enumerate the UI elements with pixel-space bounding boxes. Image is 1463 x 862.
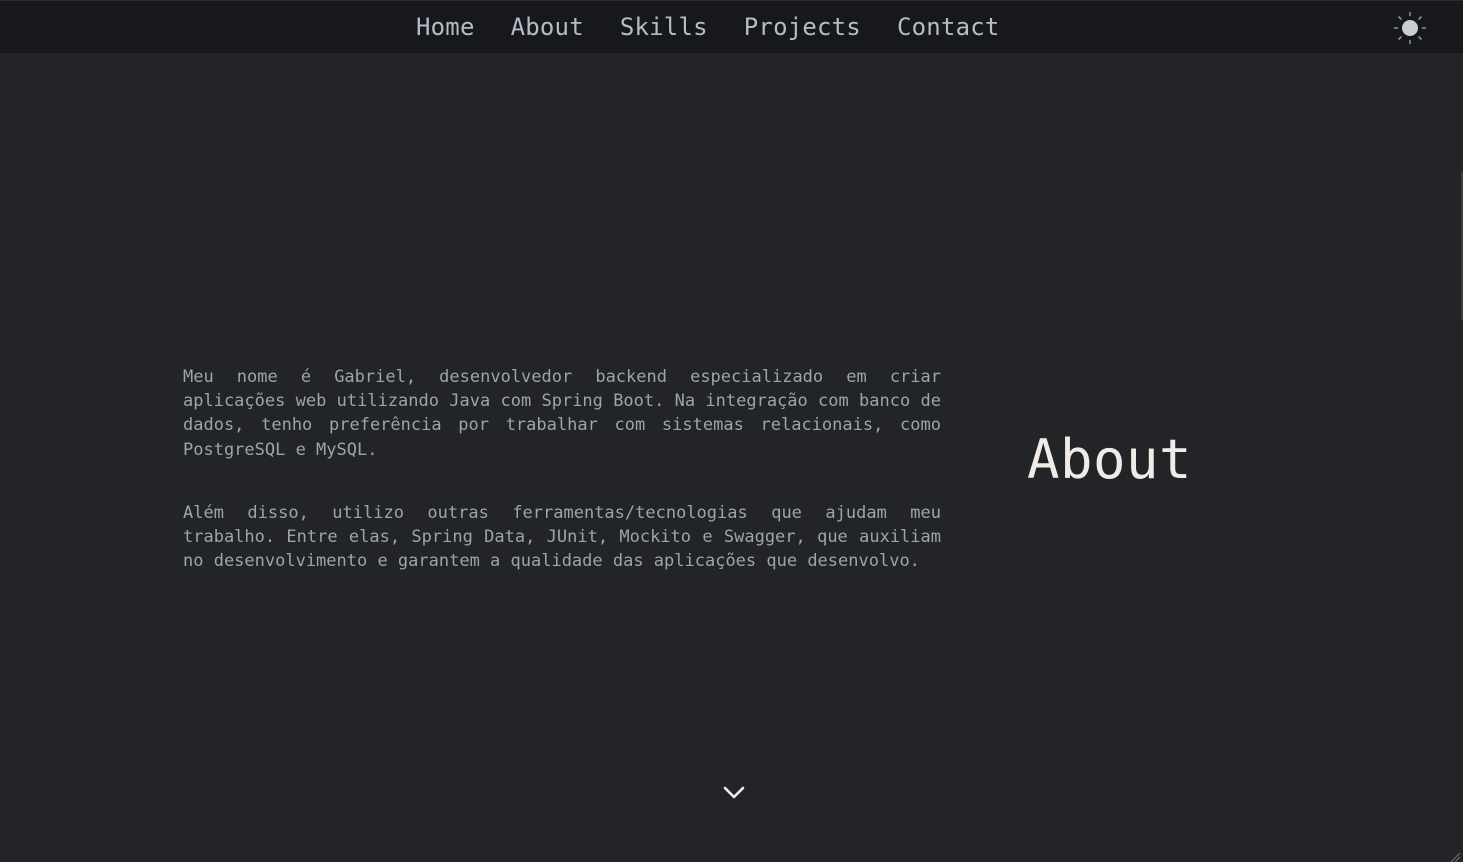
about-title: About — [1027, 428, 1193, 491]
theme-toggle-button[interactable] — [1393, 11, 1427, 45]
scroll-down-button[interactable] — [719, 780, 749, 806]
navbar: Home About Skills Projects Contact — [0, 0, 1463, 53]
about-paragraph-2: Além disso, utilizo outras ferramentas/t… — [183, 502, 941, 572]
nav-link-about[interactable]: About — [493, 14, 602, 40]
resize-grip-icon — [1450, 852, 1461, 862]
about-description: Meu nome é Gabriel, desenvolvedor backen… — [183, 365, 941, 612]
nav-links: Home About Skills Projects Contact — [398, 14, 1018, 40]
sun-icon — [1393, 11, 1427, 45]
resize-grip[interactable] — [1449, 848, 1461, 862]
about-paragraph-1: Meu nome é Gabriel, desenvolvedor backen… — [183, 367, 941, 460]
nav-link-contact[interactable]: Contact — [879, 14, 1018, 40]
nav-link-skills[interactable]: Skills — [602, 14, 726, 40]
nav-link-home[interactable]: Home — [398, 14, 493, 40]
nav-link-projects[interactable]: Projects — [726, 14, 879, 40]
chevron-down-icon — [723, 786, 745, 799]
